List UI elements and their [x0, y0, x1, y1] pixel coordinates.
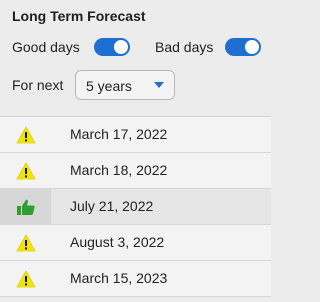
event-date: March 18, 2022 [70, 162, 168, 178]
bad-days-label: Bad days [155, 39, 214, 55]
chevron-down-icon [154, 82, 164, 88]
event-date: March 15, 2023 [70, 270, 168, 286]
list-item[interactable]: July 21, 2022 [0, 189, 271, 225]
thumbs-up-icon [0, 189, 51, 224]
warning-icon [0, 153, 51, 188]
event-date: August 3, 2022 [70, 234, 165, 250]
switch-knob [113, 40, 128, 54]
forecast-event-list: March 17, 2022 March 18, 2022 July 21, 2… [0, 117, 271, 297]
list-item[interactable]: March 17, 2022 [0, 117, 271, 153]
forecast-header: Long Term Forecast Good days Bad days Fo… [0, 0, 271, 116]
list-item[interactable]: March 15, 2023 [0, 261, 271, 297]
forecast-period-value: 5 years [86, 78, 132, 94]
good-days-switch[interactable] [93, 38, 130, 56]
forecast-period-select[interactable]: 5 years [75, 70, 175, 100]
list-item[interactable]: August 3, 2022 [0, 225, 271, 261]
event-date: July 21, 2022 [70, 198, 154, 214]
list-item[interactable]: March 18, 2022 [0, 153, 271, 189]
good-days-toggle-row: Good days [12, 38, 130, 56]
panel-title: Long Term Forecast [12, 8, 146, 24]
bad-days-toggle-row: Bad days [155, 38, 262, 56]
warning-icon [0, 117, 51, 152]
good-days-label: Good days [12, 39, 80, 55]
switch-knob [245, 40, 260, 54]
warning-icon [0, 261, 51, 296]
event-date: March 17, 2022 [70, 126, 168, 142]
for-next-label: For next [12, 77, 64, 93]
bad-days-switch[interactable] [225, 38, 262, 56]
warning-icon [0, 225, 51, 260]
